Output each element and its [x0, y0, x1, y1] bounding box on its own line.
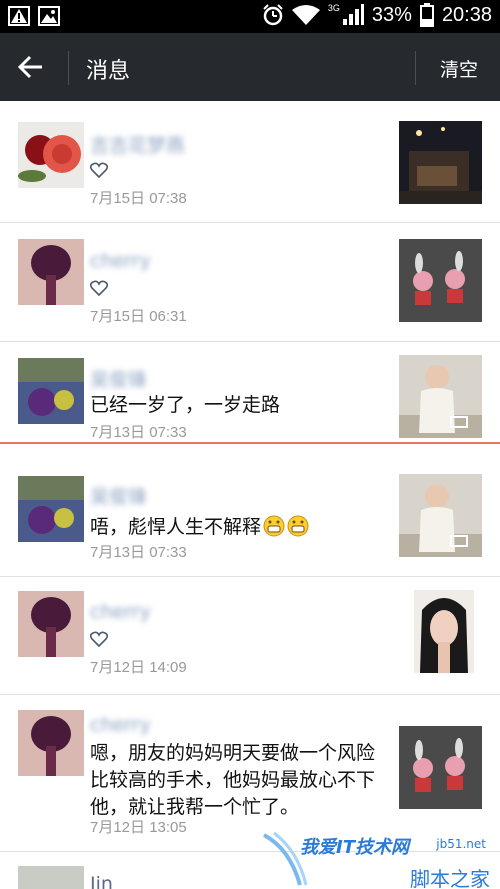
action-bar-divider — [415, 51, 416, 85]
message-item[interactable]: 吴俊锋 已经一岁了，一岁走路 7月13日 07:33 — [0, 343, 500, 444]
avatar[interactable] — [18, 476, 84, 542]
avatar[interactable] — [18, 866, 84, 889]
signal-icon — [342, 4, 364, 25]
avatar[interactable] — [18, 710, 84, 776]
timestamp: 7月13日 07:33 — [90, 424, 187, 441]
post-thumbnail[interactable] — [399, 121, 482, 204]
video-icon — [450, 416, 468, 428]
wifi-icon — [291, 5, 320, 25]
message-item[interactable]: cherry 7月15日 06:31 — [0, 224, 500, 342]
heart-icon — [90, 631, 108, 647]
image-notification-icon — [38, 6, 60, 26]
post-thumbnail[interactable] — [399, 726, 482, 809]
watermark-text: 脚本之家 — [410, 867, 490, 889]
sender-name[interactable]: 吴俊锋 — [90, 365, 147, 392]
heart-icon — [90, 280, 108, 296]
timestamp: 7月12日 13:05 — [90, 819, 187, 836]
page-title: 消息 — [86, 59, 131, 84]
action-bar-divider — [68, 51, 69, 85]
sender-name[interactable]: cherry — [90, 601, 151, 623]
clock: 20:38 — [441, 3, 492, 26]
alarm-icon — [263, 4, 283, 26]
avatar[interactable] — [18, 239, 84, 305]
post-thumbnail[interactable] — [414, 590, 474, 673]
message-content: 唔，彪悍人生不解释 — [90, 512, 309, 539]
back-arrow-icon — [17, 55, 42, 79]
status-bar: 3G 33% 20:38 — [0, 0, 500, 33]
timestamp: 7月13日 07:33 — [90, 544, 187, 561]
post-thumbnail[interactable] — [399, 474, 482, 557]
timestamp: 7月15日 06:31 — [90, 308, 187, 325]
sender-name[interactable]: 吴俊锋 — [90, 482, 147, 509]
system-status: 3G 33% 20:38 — [262, 3, 492, 27]
action-bar: 消息 清空 — [0, 33, 500, 101]
post-thumbnail[interactable] — [399, 239, 482, 322]
battery-percent: 33% — [371, 3, 412, 26]
grin-emoji-icon — [263, 515, 285, 536]
message-list[interactable]: 吉吉花梦燕 7月15日 07:38 cherry 7月15日 06:31 吴俊锋… — [0, 101, 500, 889]
message-text: 嗯，朋友的妈妈明天要做一个风险比较高的手术，他妈妈最放心不下他，就让我帮一个忙了… — [90, 742, 376, 818]
battery-icon — [419, 3, 434, 27]
avatar[interactable] — [18, 122, 84, 188]
network-type: 3G — [327, 3, 340, 13]
heart-icon — [90, 162, 108, 178]
sender-name[interactable]: 吉吉花梦燕 — [90, 131, 185, 158]
watermark-url: jb51.net — [436, 837, 486, 851]
back-button[interactable] — [14, 50, 52, 84]
avatar[interactable] — [18, 358, 84, 424]
video-icon — [450, 535, 468, 547]
avatar[interactable] — [18, 591, 84, 657]
sender-name[interactable]: Jin — [90, 873, 113, 889]
sender-name[interactable]: cherry — [90, 714, 151, 736]
message-item[interactable]: 吉吉花梦燕 7月15日 07:38 — [0, 101, 500, 223]
message-item[interactable]: 吴俊锋 唔，彪悍人生不解释 7月13日 07:33 — [0, 462, 500, 577]
notification-icons — [8, 6, 60, 26]
watermark: 我爱IT技术网 jb51.net 脚本之家 — [260, 829, 490, 889]
warning-notification-icon — [8, 6, 30, 26]
grin-emoji-icon — [287, 515, 309, 536]
watermark-text: 我爱IT技术网 — [300, 837, 409, 858]
message-text: 已经一岁了，一岁走路 — [90, 394, 281, 416]
message-text: 唔，彪悍人生不解释 — [90, 516, 262, 538]
message-item[interactable]: cherry 7月12日 14:09 — [0, 578, 500, 695]
timestamp: 7月12日 14:09 — [90, 659, 187, 676]
sender-name[interactable]: cherry — [90, 250, 151, 272]
post-thumbnail[interactable] — [399, 355, 482, 438]
clear-button[interactable]: 清空 — [440, 55, 478, 82]
timestamp: 7月15日 07:38 — [90, 190, 187, 207]
